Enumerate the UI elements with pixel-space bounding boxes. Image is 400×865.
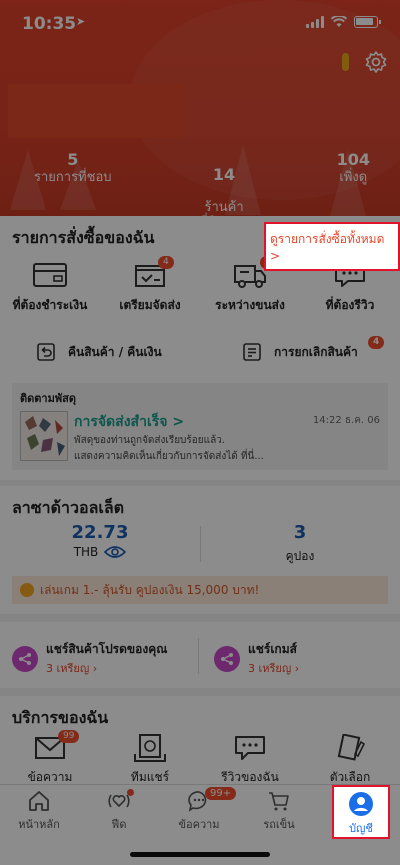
profile-header: 10:35 ➤ 5 รายการที่ชอบ 14 ร้านค้า 104 เพ… (0, 0, 400, 216)
services-title: บริการของฉัน (12, 708, 109, 727)
stat-recently-viewed[interactable]: 104 เพิ่งดู (337, 152, 370, 216)
coupon-label: คูปอง (285, 549, 315, 563)
order-to-review-label: ที่ต้องรีวิว (325, 298, 375, 312)
services-card: บริการของฉัน 99 ข้อความ ทีมแชร์ รีวิวของ… (0, 696, 400, 786)
badge: 4 (368, 336, 385, 349)
tab-feed[interactable]: ฟีด (89, 789, 149, 833)
heart-badge-icon (20, 583, 34, 597)
status-time: 10:35 (22, 14, 77, 34)
eye-icon[interactable] (104, 545, 127, 559)
cart-icon (269, 792, 289, 811)
profile-stats: 5 รายการที่ชอบ 14 ร้านค้า ที่ติดตาม 104 … (0, 152, 400, 217)
wifi-icon (331, 16, 347, 27)
tab-cart[interactable]: รถเข็น (249, 789, 309, 833)
notification-dot (127, 789, 134, 796)
share-title: แชร์เกมส์ (248, 642, 297, 656)
share-sub: 3 เหรียญ (248, 662, 292, 675)
service-team-share[interactable]: ทีมแชร์ (102, 734, 198, 787)
returns-label: คืนสินค้า / คืนเงิน (68, 344, 162, 359)
wallet-balance[interactable]: 22.73 THB (50, 522, 150, 559)
service-messages[interactable]: 99 ข้อความ (2, 730, 98, 787)
currency: THB (73, 545, 99, 559)
promo-banner[interactable]: เล่นเกม 1.- ลุ้นรับ คูปองเงิน 15,000 บาท… (12, 576, 388, 604)
stat-label: ร้านค้า ที่ติดตาม (199, 200, 249, 216)
product-thumbnail (20, 411, 68, 461)
stat-count: 5 (67, 150, 79, 169)
tracking-line2: แสดงความคิดเห็นเกี่ยวกับการจัดส่งได้ ที่… (74, 451, 264, 462)
tracking-status[interactable]: การจัดส่งสำเร็จ > (74, 411, 184, 433)
tab-label: หน้าหลัก (18, 818, 60, 831)
stat-followed-stores[interactable]: 14 ร้านค้า ที่ติดตาม (199, 152, 249, 217)
wallet-coupons[interactable]: 3 คูปอง (250, 522, 350, 566)
share-icon (12, 645, 38, 672)
order-to-pay-label: ที่ต้องชำระเงิน (12, 298, 88, 312)
cancellations-label: การยกเลิกสินค้า (274, 344, 358, 359)
document-edit-icon (337, 734, 366, 761)
coin-icon[interactable] (342, 53, 349, 71)
signal-icon (306, 16, 324, 28)
package-tracking[interactable]: ติดตามพัสดุ การจัดส่งสำเร็จ > 14:22 ธ.ค.… (12, 383, 388, 470)
cancellations-button[interactable]: 4 การยกเลิกสินค้า (242, 336, 385, 362)
wallet-card-icon (33, 263, 67, 287)
tab-label: ข้อความ (178, 818, 220, 831)
tab-account[interactable]: บัญชี (332, 785, 390, 839)
balance-amount: 22.73 (71, 522, 129, 543)
tab-home[interactable]: หน้าหลัก (9, 789, 69, 833)
home-icon (29, 791, 49, 811)
returns-refunds-button[interactable]: คืนสินค้า / คืนเงิน (36, 342, 162, 362)
share-sub: 3 เหรียญ (46, 662, 90, 675)
cancel-list-icon (243, 343, 261, 361)
gear-icon[interactable] (364, 50, 388, 74)
wallet-title: ลาซาด้าวอลเล็ต (12, 498, 125, 517)
money-icon (134, 734, 166, 762)
share-title: แชร์สินค้าโปรดของคุณ (46, 642, 168, 656)
divider (200, 526, 201, 562)
tracking-line1: พัสดุของท่านถูกจัดส่งเรียบร้อยแล้ว. (74, 435, 226, 446)
badge: 4 (158, 256, 174, 269)
tab-label: บัญชี (349, 822, 373, 835)
stat-count: 14 (212, 165, 236, 184)
account-screen: 10:35 ➤ 5 รายการที่ชอบ 14 ร้านค้า 104 เพ… (0, 0, 400, 865)
chat-bubble-icon (235, 736, 265, 760)
tab-label: ฟีด (111, 818, 127, 831)
location-arrow-icon: ➤ (76, 15, 86, 28)
share-card: แชร์สินค้าโปรดของคุณ 3 เหรียญ › แชร์เกมส… (0, 622, 400, 688)
account-icon (349, 792, 373, 816)
stat-wishlist[interactable]: 5 รายการที่ชอบ (34, 152, 112, 216)
badge: 99+ (205, 787, 237, 800)
service-my-reviews[interactable]: รีวิวของฉัน (202, 734, 298, 787)
badge: 99 (58, 730, 80, 743)
order-in-transit-label: ระหว่างขนส่ง (215, 298, 285, 312)
share-games-button[interactable]: แชร์เกมส์ 3 เหรียญ › (214, 640, 299, 677)
stat-count: 104 (336, 150, 370, 169)
share-products-button[interactable]: แชร์สินค้าโปรดของคุณ 3 เหรียญ › (12, 640, 167, 677)
home-indicator (130, 852, 270, 857)
tab-label: รถเข็น (263, 818, 295, 831)
tab-messages[interactable]: 99+ ข้อความ (169, 787, 237, 833)
battery-icon (354, 16, 381, 28)
promo-text: เล่นเกม 1.- ลุ้นรับ คูปองเงิน 15,000 บาท… (40, 582, 260, 597)
coupon-count: 3 (293, 522, 307, 543)
order-to-ship-label: เตรียมจัดส่ง (119, 298, 181, 312)
order-to-pay[interactable]: ที่ต้องชำระเงิน (2, 260, 98, 315)
return-icon (37, 343, 55, 361)
tracking-time: 14:22 ธ.ค. 06 (312, 415, 380, 426)
order-to-ship[interactable]: 4 เตรียมจัดส่ง (102, 256, 198, 315)
stat-label: เพิ่งดู (339, 170, 368, 185)
divider (198, 638, 199, 674)
status-bar: 10:35 ➤ (22, 14, 381, 34)
share-icon (214, 645, 240, 672)
profile-name-area[interactable] (8, 84, 184, 138)
view-all-orders-highlight: ดูรายการสั่งซื้อทั้งหมด > (264, 222, 400, 271)
view-all-orders-link[interactable]: ดูรายการสั่งซื้อทั้งหมด > (264, 222, 400, 271)
stat-label: รายการที่ชอบ (34, 170, 112, 185)
tracking-title: ติดตามพัสดุ (20, 392, 76, 405)
orders-title: รายการสั่งซื้อของฉัน (12, 228, 155, 247)
service-options[interactable]: ตัวเลือก (302, 734, 398, 787)
